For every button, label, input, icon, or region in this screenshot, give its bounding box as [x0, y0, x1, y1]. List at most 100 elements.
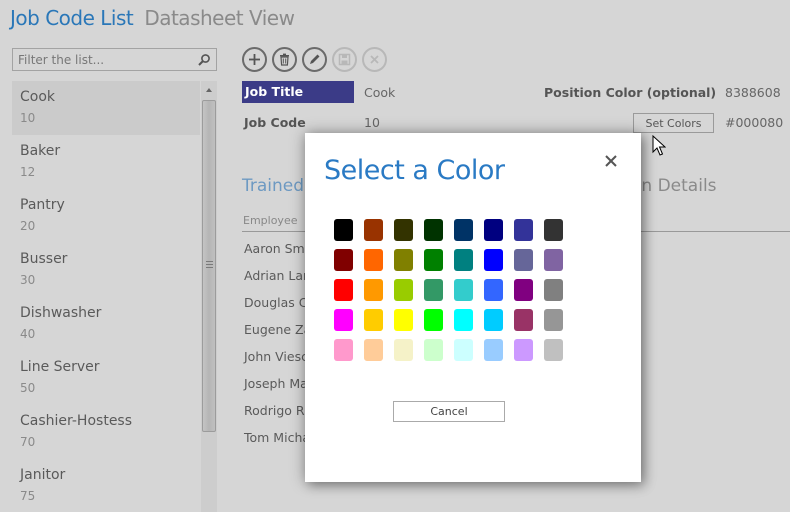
color-swatch[interactable]: [454, 249, 473, 271]
color-swatch[interactable]: [484, 249, 503, 271]
employee-row[interactable]: Douglas C: [244, 295, 307, 310]
color-swatch[interactable]: [454, 309, 473, 331]
job-code: 30: [20, 273, 36, 287]
filter-input[interactable]: [13, 49, 216, 71]
color-swatch[interactable]: [544, 279, 563, 301]
color-swatch[interactable]: [484, 309, 503, 331]
list-scrollbar[interactable]: [201, 81, 217, 512]
color-swatch[interactable]: [424, 339, 443, 361]
page-header: Job Code List Datasheet View: [10, 6, 295, 36]
scroll-thumb[interactable]: [202, 100, 216, 432]
color-swatch[interactable]: [544, 309, 563, 331]
job-code: 70: [20, 435, 36, 449]
position-color-label: Position Color (optional): [544, 85, 717, 100]
scroll-up-button[interactable]: [201, 81, 217, 99]
color-swatch[interactable]: [364, 279, 383, 301]
employee-row[interactable]: Rodrigo R: [244, 403, 305, 418]
color-swatch[interactable]: [364, 339, 383, 361]
color-swatch-grid: [334, 219, 563, 361]
employee-row[interactable]: Aaron Smi: [244, 241, 308, 256]
search-icon[interactable]: [197, 53, 211, 67]
color-swatch[interactable]: [394, 309, 413, 331]
edit-button[interactable]: [302, 47, 327, 72]
app-title: Job Code List: [10, 6, 134, 30]
job-code: 20: [20, 219, 36, 233]
job-name: Janitor: [20, 467, 66, 483]
view-title[interactable]: Datasheet View: [144, 6, 295, 30]
job-name: Busser: [20, 251, 68, 267]
color-swatch[interactable]: [364, 249, 383, 271]
position-color-value[interactable]: 8388608: [725, 85, 781, 100]
job-code-value[interactable]: 10: [364, 115, 380, 130]
set-colors-button[interactable]: Set Colors: [633, 113, 714, 133]
add-button[interactable]: [242, 47, 267, 72]
color-swatch[interactable]: [364, 309, 383, 331]
color-swatch[interactable]: [514, 309, 533, 331]
color-swatch[interactable]: [454, 279, 473, 301]
employee-row[interactable]: Joseph Ma: [244, 376, 308, 391]
color-swatch[interactable]: [334, 249, 353, 271]
save-button[interactable]: [332, 47, 357, 72]
list-item[interactable]: Janitor 75: [12, 459, 200, 512]
delete-button[interactable]: [272, 47, 297, 72]
color-swatch[interactable]: [484, 339, 503, 361]
color-swatch[interactable]: [544, 219, 563, 241]
employee-row[interactable]: Adrian Lar: [244, 268, 308, 283]
color-swatch[interactable]: [514, 249, 533, 271]
job-name: Dishwasher: [20, 305, 102, 321]
color-swatch[interactable]: [424, 219, 443, 241]
employee-row[interactable]: Tom Micha: [244, 430, 310, 445]
color-swatch[interactable]: [424, 279, 443, 301]
job-code-list: Cook 10 Baker 12 Pantry 20 Busser 30 Dishwasher 4…: [12, 81, 200, 512]
color-swatch[interactable]: [394, 279, 413, 301]
list-item[interactable]: Line Server 50: [12, 351, 200, 405]
job-title-label: Job Title: [242, 81, 354, 103]
color-swatch[interactable]: [454, 219, 473, 241]
trained-section-title: Trained: [242, 176, 305, 196]
list-item[interactable]: Cashier-Hostess 70: [12, 405, 200, 459]
close-icon: [370, 55, 379, 64]
job-name: Line Server: [20, 359, 100, 375]
job-title-value[interactable]: Cook: [364, 85, 395, 100]
plus-icon: [249, 54, 260, 65]
color-swatch[interactable]: [514, 279, 533, 301]
color-swatch[interactable]: [364, 219, 383, 241]
employee-column-header[interactable]: Employee: [243, 214, 297, 227]
list-item[interactable]: Busser 30: [12, 243, 200, 297]
filter-box: [12, 48, 217, 71]
job-code: 40: [20, 327, 36, 341]
color-swatch[interactable]: [334, 309, 353, 331]
color-swatch[interactable]: [514, 219, 533, 241]
close-icon[interactable]: [604, 154, 618, 168]
color-swatch[interactable]: [514, 339, 533, 361]
color-swatch[interactable]: [544, 249, 563, 271]
job-code: 75: [20, 489, 36, 503]
color-swatch[interactable]: [544, 339, 563, 361]
job-name: Cook: [20, 89, 56, 105]
color-swatch[interactable]: [334, 219, 353, 241]
color-swatch[interactable]: [424, 309, 443, 331]
list-item[interactable]: Dishwasher 40: [12, 297, 200, 351]
color-swatch[interactable]: [424, 249, 443, 271]
job-code: 10: [20, 111, 36, 125]
list-item[interactable]: Baker 12: [12, 135, 200, 189]
employee-row[interactable]: Eugene Za: [244, 322, 311, 337]
dialog-title: Select a Color: [324, 155, 505, 186]
color-swatch[interactable]: [334, 339, 353, 361]
color-swatch[interactable]: [334, 279, 353, 301]
color-swatch[interactable]: [394, 249, 413, 271]
employee-row[interactable]: John Viesc: [244, 349, 308, 364]
job-code: 50: [20, 381, 36, 395]
job-name: Pantry: [20, 197, 65, 213]
list-item[interactable]: Cook 10: [12, 81, 200, 135]
color-swatch[interactable]: [394, 219, 413, 241]
list-item[interactable]: Pantry 20: [12, 189, 200, 243]
color-swatch[interactable]: [484, 219, 503, 241]
job-name: Baker: [20, 143, 61, 159]
color-swatch[interactable]: [394, 339, 413, 361]
color-swatch[interactable]: [484, 279, 503, 301]
color-swatch[interactable]: [454, 339, 473, 361]
job-code-label: Job Code: [244, 115, 306, 130]
cancel-button[interactable]: Cancel: [393, 401, 505, 422]
cancel-edit-button[interactable]: [362, 47, 387, 72]
